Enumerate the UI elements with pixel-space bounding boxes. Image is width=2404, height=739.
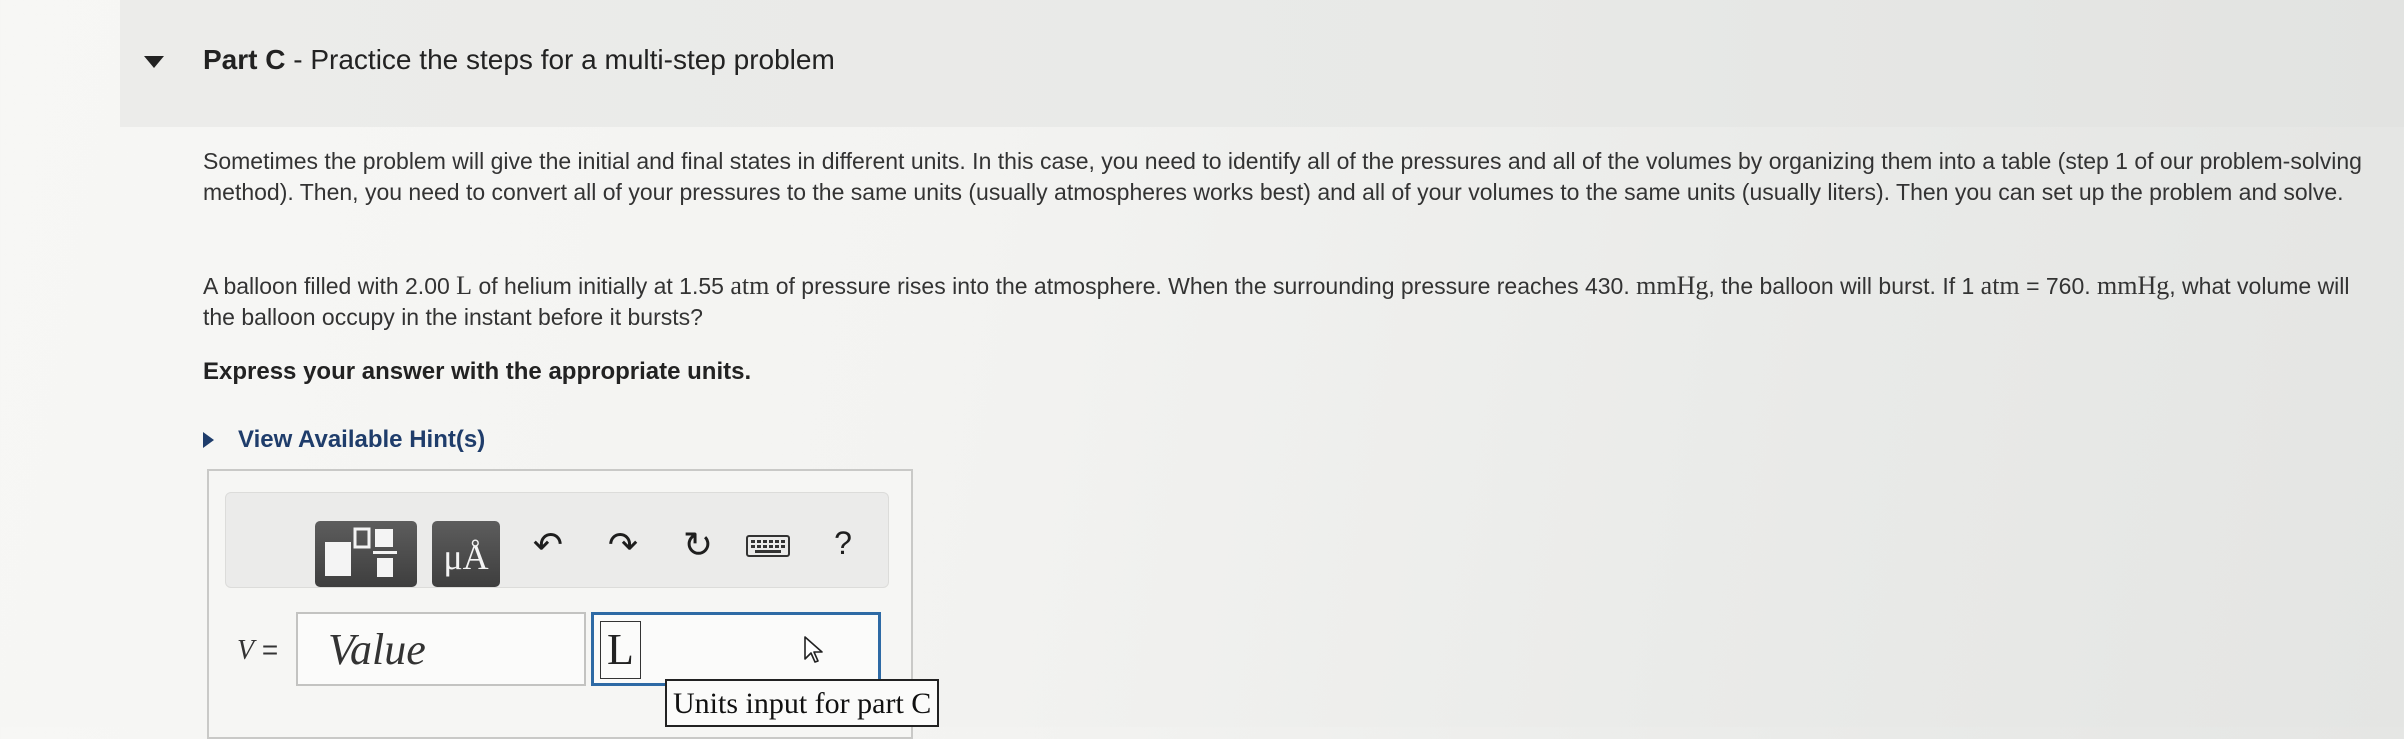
unit-atm: atm <box>730 271 770 300</box>
problem-text-2: of helium initially at 1.55 <box>478 273 724 299</box>
math-toolbar: μÅ ↶ ↷ ↻ ? <box>225 492 889 588</box>
units-tooltip: Units input for part C <box>665 679 940 727</box>
units-input[interactable]: L <box>591 612 881 686</box>
reset-icon[interactable]: ↻ <box>673 525 723 565</box>
problem-text-4: , the balloon will burst. If 1 <box>1708 273 1975 299</box>
caret-right-icon <box>203 432 214 448</box>
problem-text-1: A balloon filled with 2.00 <box>203 273 450 299</box>
unit-liters: L <box>456 271 473 300</box>
keyboard-glyph <box>746 535 790 557</box>
variable-symbol: V <box>237 635 255 666</box>
equals-sign: = <box>261 634 279 665</box>
value-input[interactable] <box>296 612 586 686</box>
undo-icon[interactable]: ↶ <box>523 525 573 565</box>
unit-atm-2: atm <box>1980 271 2020 300</box>
unit-mmhg: mmHg <box>1636 271 1709 300</box>
part-label: Part C <box>203 44 286 75</box>
answer-instruction: Express your answer with the appropriate… <box>203 358 752 385</box>
collapse-arrow-icon[interactable] <box>144 56 164 68</box>
unit-mmhg-2: mmHg <box>2097 271 2170 300</box>
redo-icon[interactable]: ↷ <box>598 525 648 565</box>
units-button[interactable]: μÅ <box>432 521 500 587</box>
help-icon[interactable]: ? <box>825 523 861 563</box>
cursor-arrow-icon <box>804 636 823 663</box>
keyboard-icon[interactable] <box>746 535 790 557</box>
intro-text: Sometimes the problem will give the init… <box>203 148 2362 205</box>
templates-button[interactable] <box>315 521 417 587</box>
problem-text-5: = 760. <box>2026 273 2091 299</box>
view-hints-toggle[interactable]: View Available Hint(s) <box>203 424 485 456</box>
part-separator: - <box>293 44 303 75</box>
answer-row: V = L <box>225 612 905 686</box>
units-value: L <box>600 621 641 679</box>
problem-statement: A balloon filled with 2.00 L of helium i… <box>203 270 2373 333</box>
part-title: Part C - Practice the steps for a multi-… <box>203 44 835 76</box>
part-title-text: Practice the steps for a multi-step prob… <box>310 44 835 75</box>
problem-text-3: of pressure rises into the atmosphere. W… <box>775 273 1630 299</box>
templates-icon <box>325 527 397 577</box>
variable-label: V = <box>237 634 278 667</box>
view-hints-label: View Available Hint(s) <box>238 426 486 453</box>
units-icon: μÅ <box>443 537 489 577</box>
